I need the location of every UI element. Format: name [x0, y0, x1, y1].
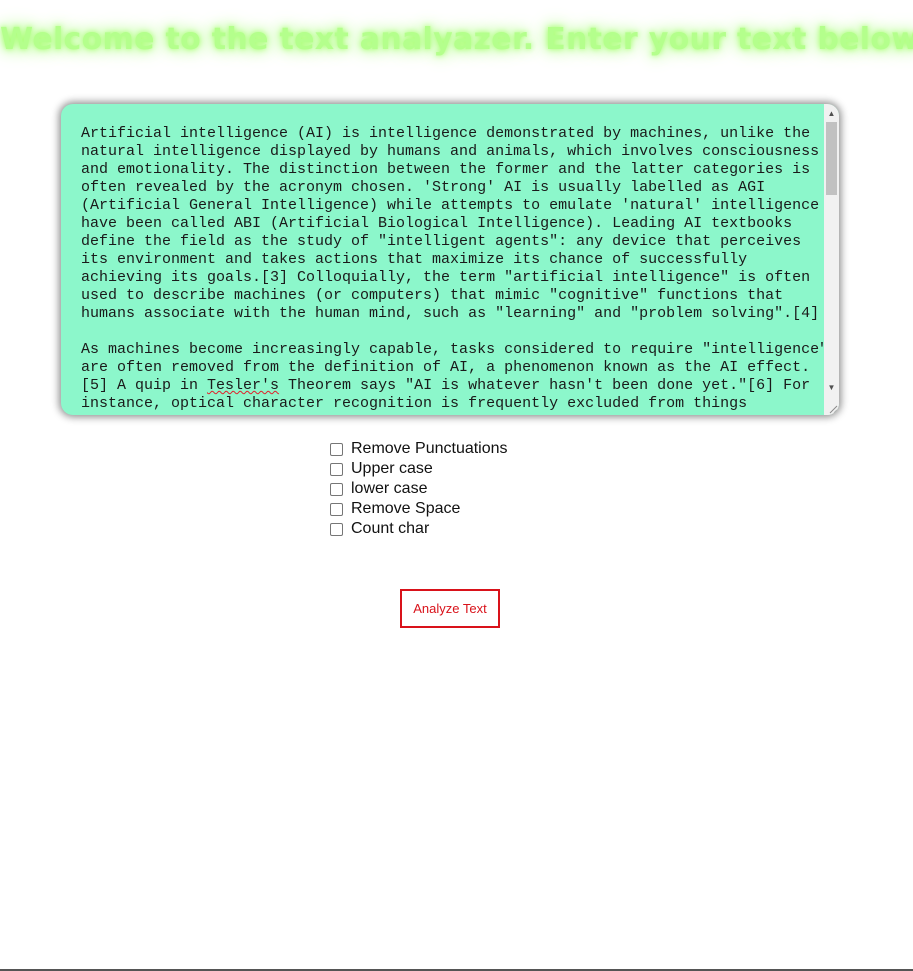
misspelled-word: Tesler's [207, 377, 280, 394]
option-label: Count char [351, 520, 430, 537]
option-remove-space[interactable]: Remove Space [328, 499, 628, 519]
text-line: Artificial intelligence (AI) is intellig… [81, 125, 811, 142]
remove-space-checkbox[interactable] [330, 502, 343, 516]
option-label: lower case [351, 480, 428, 497]
text-line: natural intelligence displayed by humans… [81, 143, 820, 160]
text-line: used to describe machines (or computers)… [81, 287, 784, 304]
triangle-up-icon[interactable]: ▲ [824, 106, 839, 121]
remove-punctuations-checkbox[interactable] [330, 442, 343, 456]
text-input-area[interactable]: Artificial intelligence (AI) is intellig… [61, 104, 839, 415]
upper-case-checkbox[interactable] [330, 462, 343, 476]
text-line: have been called ABI (Artificial Biologi… [81, 215, 793, 232]
option-label: Remove Space [351, 500, 461, 517]
triangle-down-icon[interactable]: ▼ [824, 380, 839, 395]
text-line: humans associate with the human mind, su… [81, 305, 820, 322]
scrollbar-thumb[interactable] [826, 122, 837, 195]
text-input[interactable]: Artificial intelligence (AI) is intellig… [61, 104, 824, 415]
lower-case-checkbox[interactable] [330, 482, 343, 496]
option-label: Remove Punctuations [351, 440, 508, 457]
option-label: Upper case [351, 460, 433, 477]
option-remove-punctuations[interactable]: Remove Punctuations [328, 439, 628, 459]
text-line: are often removed from the definition of… [81, 359, 811, 376]
text-line: often revealed by the acronym chosen. 'S… [81, 179, 766, 196]
resize-grip-icon[interactable] [824, 400, 839, 415]
count-char-checkbox[interactable] [330, 522, 343, 536]
option-count-char[interactable]: Count char [328, 519, 628, 539]
text-line: its environment and takes actions that m… [81, 251, 748, 268]
text-line: [5] A quip in [81, 377, 208, 394]
page-title: Welcome to the text analyazer. Enter you… [0, 22, 913, 57]
text-line: define the field as the study of "intell… [81, 233, 802, 250]
option-upper-case[interactable]: Upper case [328, 459, 628, 479]
text-line: (Artificial General Intelligence) while … [81, 197, 820, 214]
text-line: As machines become increasingly capable,… [81, 341, 824, 358]
analysis-options: Remove Punctuations Upper case lower cas… [328, 439, 628, 539]
text-line: instance, optical character recognition … [81, 395, 748, 412]
vertical-scrollbar[interactable]: ▲ ▼ [824, 104, 839, 415]
text-line: and emotionality. The distinction betwee… [81, 161, 811, 178]
text-line: achieving its goals.[3] Colloquially, th… [81, 269, 811, 286]
analyze-text-button[interactable]: Analyze Text [400, 589, 500, 628]
page: Welcome to the text analyazer. Enter you… [0, 0, 913, 971]
text-line-continuation: Theorem says "AI is whatever hasn't been… [279, 377, 811, 394]
option-lower-case[interactable]: lower case [328, 479, 628, 499]
